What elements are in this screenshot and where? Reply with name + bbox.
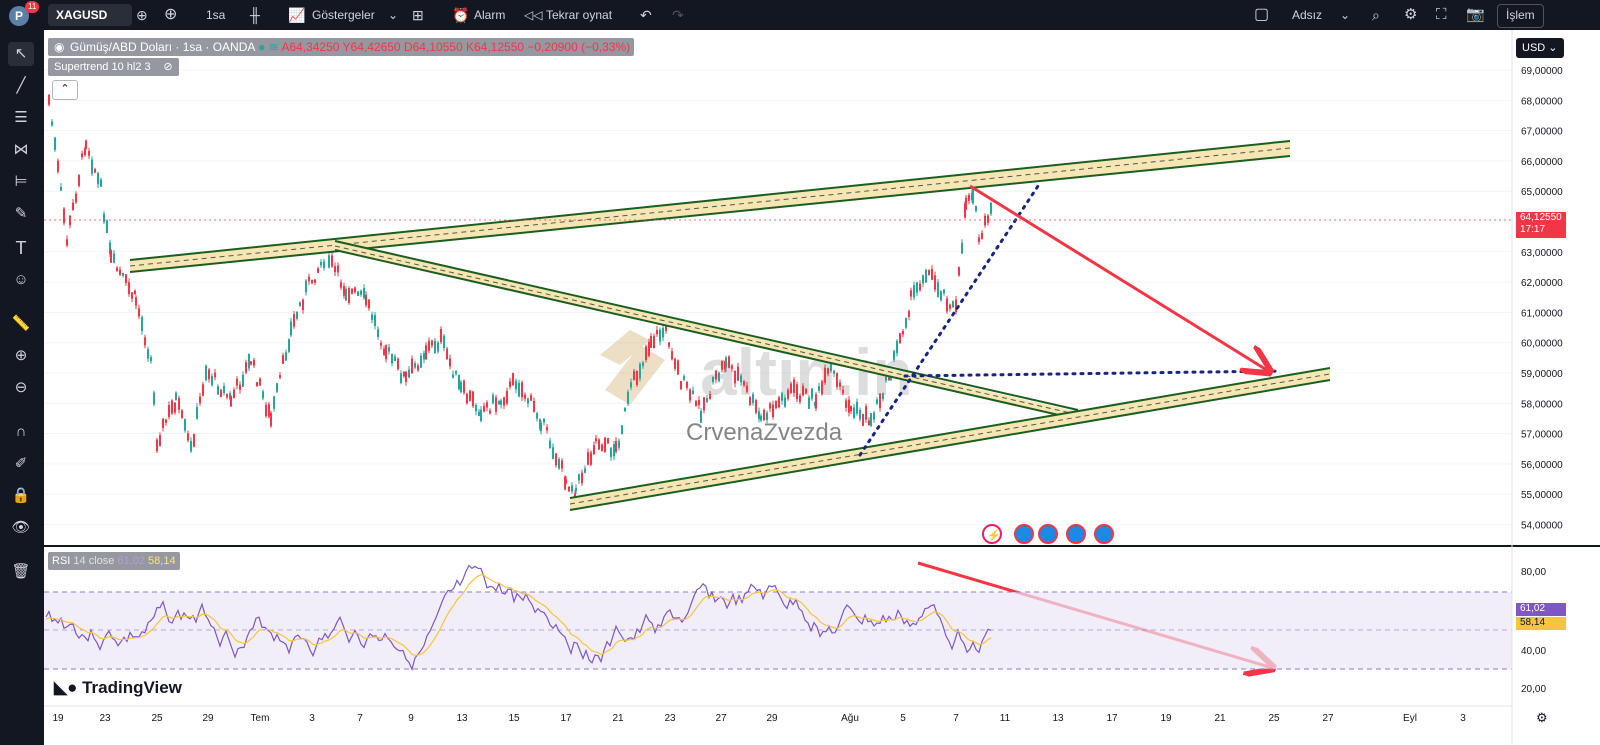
time-label: 13 bbox=[1052, 713, 1064, 724]
forecast-arrow[interactable] bbox=[969, 184, 1270, 372]
time-label: Ağu bbox=[841, 713, 859, 724]
hidden-eye-icon[interactable]: ⊘ bbox=[163, 58, 172, 76]
event-icons[interactable]: ⚡ bbox=[982, 524, 1114, 544]
rsi-ma-value: 58,14 bbox=[148, 555, 176, 567]
time-label: 3 bbox=[309, 713, 315, 724]
time-label: 27 bbox=[715, 713, 727, 724]
rsi-value-tag: 61,02 bbox=[1516, 603, 1566, 616]
instrument-title: Gümüş/ABD Doları · 1sa · OANDA bbox=[70, 40, 255, 54]
price-label: 56,00000 bbox=[1521, 460, 1563, 471]
price-label: 68,00000 bbox=[1521, 96, 1563, 107]
rsi-value: 61,02 bbox=[117, 555, 145, 567]
time-label: 25 bbox=[1268, 713, 1280, 724]
rsi-scale-label: 80,00 bbox=[1521, 567, 1546, 578]
time-label: 23 bbox=[99, 713, 111, 724]
candle-countdown: 17:17 bbox=[1520, 224, 1546, 235]
market-status-dot: ● ≋ bbox=[258, 40, 282, 54]
price-label: 66,00000 bbox=[1521, 157, 1563, 168]
supertrend-legend[interactable]: Supertrend 10 hl2 3 ⊘ bbox=[48, 58, 179, 76]
rsi-ma-value-tag: 58,14 bbox=[1516, 617, 1566, 630]
rsi-title: RSI bbox=[52, 555, 71, 567]
time-label: 29 bbox=[766, 713, 778, 724]
rsi-legend[interactable]: RSI 14 close 61,02 58,14 bbox=[48, 552, 180, 570]
dotted-trendline[interactable] bbox=[858, 181, 1042, 457]
time-label: Eyl bbox=[1403, 713, 1417, 724]
price-label: 55,00000 bbox=[1521, 490, 1563, 501]
time-label: 17 bbox=[560, 713, 572, 724]
price-label: 62,00000 bbox=[1521, 278, 1563, 289]
time-label: 11 bbox=[1000, 713, 1011, 724]
price-label: 59,00000 bbox=[1521, 369, 1563, 380]
price-chart[interactable]: altin.in CrvenaZvezda ⚡ 69,0000068,00000… bbox=[0, 0, 1600, 745]
price-scale[interactable]: 69,00000 68,00000 67,00000 66,00000 65,00000… bbox=[1521, 66, 1563, 695]
svg-text:⚡: ⚡ bbox=[987, 529, 1001, 542]
currency-label: USD bbox=[1522, 42, 1546, 54]
current-price-tag: 64,12550 17:17 bbox=[1516, 212, 1566, 238]
price-label: 67,00000 bbox=[1521, 127, 1563, 138]
time-label: 9 bbox=[408, 713, 414, 724]
tv-logo-text: TradingView bbox=[82, 678, 182, 697]
rsi-params: 14 close bbox=[73, 555, 115, 567]
symbol-logo-icon: ◉ bbox=[54, 40, 65, 54]
time-label: 21 bbox=[612, 713, 624, 724]
price-label: 57,00000 bbox=[1521, 430, 1563, 441]
time-label: 19 bbox=[52, 713, 64, 724]
current-price-value: 64,12550 bbox=[1520, 212, 1562, 223]
time-label: Tem bbox=[251, 713, 270, 724]
grid-lines bbox=[44, 69, 1512, 525]
time-label: 17 bbox=[1106, 713, 1118, 724]
time-label: 15 bbox=[508, 713, 520, 724]
time-label: 7 bbox=[953, 713, 959, 724]
time-label: 3 bbox=[1460, 713, 1466, 724]
time-label: 27 bbox=[1322, 713, 1334, 724]
collapse-legend-button[interactable]: ⌃ bbox=[52, 80, 78, 100]
time-label: 7 bbox=[357, 713, 363, 724]
time-label: 29 bbox=[202, 713, 214, 724]
currency-selector[interactable]: USD ⌄ bbox=[1516, 38, 1564, 58]
candlestick-series bbox=[48, 94, 992, 502]
rsi-scale-label: 40,00 bbox=[1521, 646, 1546, 657]
watermark-author: CrvenaZvezda bbox=[686, 419, 843, 446]
tradingview-logo: ◣● TradingView bbox=[54, 678, 182, 698]
time-label: 13 bbox=[456, 713, 468, 724]
chart-legend[interactable]: ◉ Gümüş/ABD Doları · 1sa · OANDA ● ≋ A64… bbox=[48, 38, 635, 56]
time-axis[interactable]: 19 23 25 29 Tem 3 7 9 13 15 17 21 23 27 29 Ağu 5 7 11 13 17 1… bbox=[52, 713, 1466, 724]
time-label: 5 bbox=[900, 713, 906, 724]
axis-settings-gear-icon[interactable]: ⚙ bbox=[1536, 710, 1548, 726]
price-label: 63,00000 bbox=[1521, 248, 1563, 259]
price-label: 65,00000 bbox=[1521, 187, 1563, 198]
tv-logo-icon: ◣● bbox=[54, 678, 78, 697]
price-label: 69,00000 bbox=[1521, 66, 1563, 77]
price-label: 60,00000 bbox=[1521, 339, 1563, 350]
time-label: 23 bbox=[664, 713, 676, 724]
time-label: 25 bbox=[151, 713, 163, 724]
price-label: 58,00000 bbox=[1521, 399, 1563, 410]
time-label: 21 bbox=[1214, 713, 1226, 724]
rsi-scale-label: 20,00 bbox=[1521, 684, 1546, 695]
price-label: 54,00000 bbox=[1521, 521, 1563, 532]
time-label: 19 bbox=[1160, 713, 1172, 724]
price-label: 61,00000 bbox=[1521, 308, 1563, 319]
ohlc-values: A64,34250 Y64,42650 D64,10550 K64,12550 … bbox=[281, 40, 631, 54]
supertrend-label: Supertrend 10 hl2 3 bbox=[54, 61, 151, 73]
